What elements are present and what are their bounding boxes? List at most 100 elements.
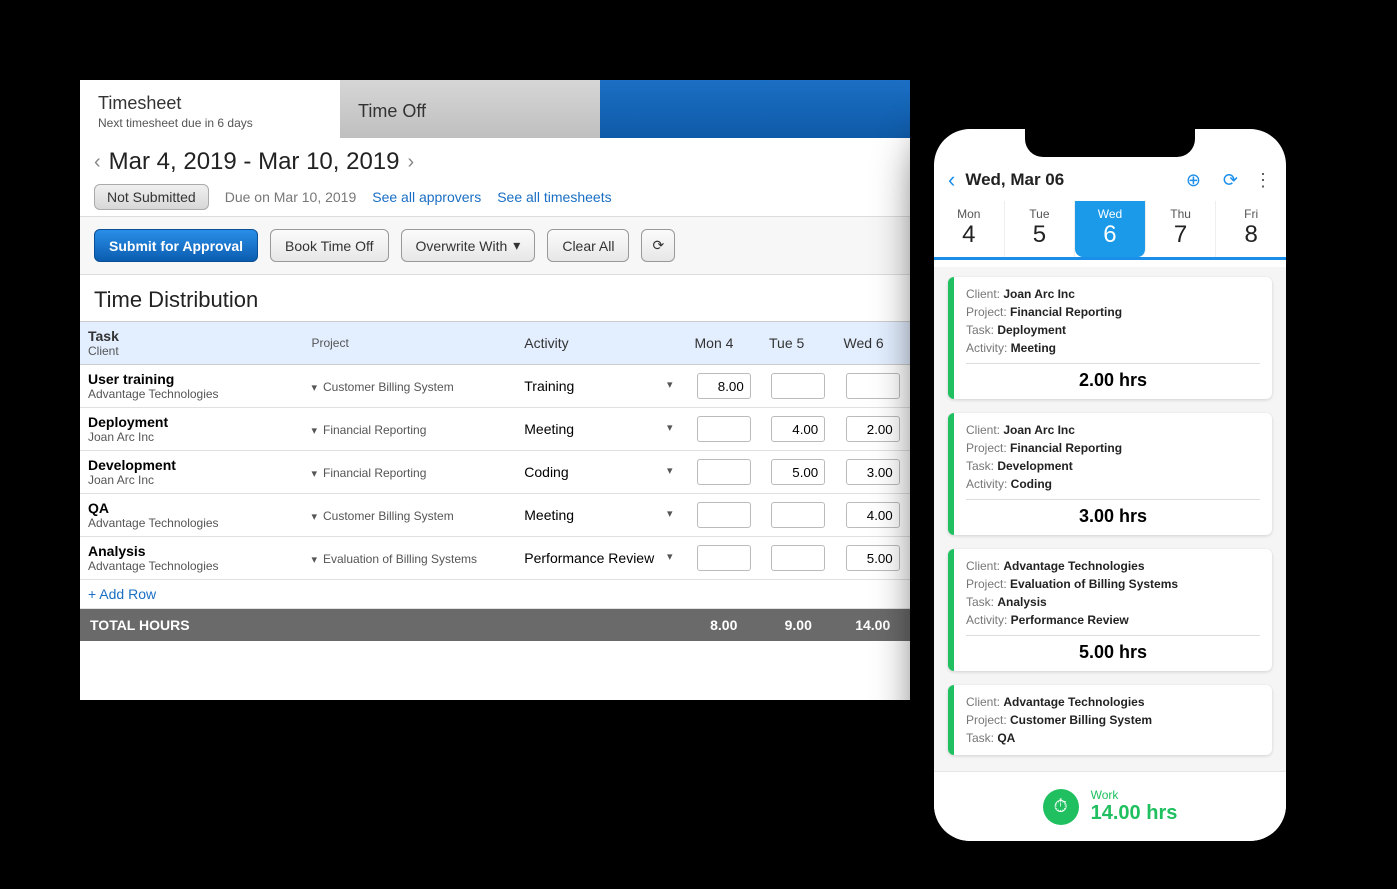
entries-list[interactable]: Client: Joan Arc IncProject: Financial R… <box>934 267 1286 771</box>
entry-card[interactable]: Client: Joan Arc IncProject: Financial R… <box>948 277 1272 399</box>
col-activity: Activity <box>516 322 686 365</box>
day-cell[interactable]: Thu7 <box>1146 201 1217 257</box>
activity-text: Meeting <box>524 507 574 523</box>
day-cell[interactable]: Tue5 <box>1005 201 1076 257</box>
task-client: Joan Arc Inc <box>88 430 295 444</box>
submit-button[interactable]: Submit for Approval <box>94 229 258 262</box>
toolbar: Submit for Approval Book Time Off Overwr… <box>80 216 910 275</box>
activity-text: Performance Review <box>524 550 654 566</box>
table-row: AnalysisAdvantage Technologies▾Evaluatio… <box>80 537 910 580</box>
chevron-down-icon[interactable]: ▾ <box>667 550 679 563</box>
entry-card[interactable]: Client: Advantage TechnologiesProject: E… <box>948 549 1272 671</box>
task-project: Customer Billing System <box>323 509 454 523</box>
tablet-screen: Timesheet Next timesheet due in 6 days T… <box>80 80 910 700</box>
back-icon[interactable]: ‹ <box>948 167 955 193</box>
tab-timesheet[interactable]: Timesheet Next timesheet due in 6 days <box>80 80 340 138</box>
day-of-week: Mon <box>934 207 1004 221</box>
chevron-down-icon[interactable]: ▾ <box>667 421 679 434</box>
book-timeoff-button[interactable]: Book Time Off <box>270 229 388 262</box>
see-approvers-link[interactable]: See all approvers <box>372 189 481 205</box>
hours-input[interactable] <box>846 373 900 399</box>
status-row: Not Submitted Due on Mar 10, 2019 See al… <box>94 184 896 210</box>
hours-input[interactable] <box>771 459 825 485</box>
activity-text: Training <box>524 378 574 394</box>
add-icon[interactable]: ⊕ <box>1180 170 1207 191</box>
day-of-week: Thu <box>1146 207 1216 221</box>
activity-text: Meeting <box>524 421 574 437</box>
tablet-device: Timesheet Next timesheet due in 6 days T… <box>60 60 930 720</box>
day-cell[interactable]: Mon4 <box>934 201 1005 257</box>
section-title: Time Distribution <box>80 275 910 321</box>
phone-device: ‹ Wed, Mar 06 ⊕ ⟳ ⋮ Mon4Tue5Wed6Thu7Fri8… <box>920 115 1300 855</box>
entry-card[interactable]: Client: Advantage TechnologiesProject: C… <box>948 685 1272 755</box>
phone-notch <box>1025 129 1195 157</box>
chevron-down-icon[interactable]: ▾ <box>311 554 323 566</box>
task-name: Analysis <box>88 543 295 559</box>
day-of-week: Tue <box>1005 207 1075 221</box>
menu-icon[interactable]: ⋮ <box>1254 170 1272 191</box>
chevron-down-icon[interactable]: ▾ <box>311 468 323 480</box>
timer-icon[interactable]: ⏱ <box>1043 789 1079 825</box>
next-week-icon[interactable]: › <box>408 151 415 174</box>
task-name: User training <box>88 371 295 387</box>
hours-input[interactable] <box>846 459 900 485</box>
day-cell[interactable]: Fri8 <box>1216 201 1286 257</box>
chevron-down-icon[interactable]: ▾ <box>311 425 323 437</box>
task-client: Advantage Technologies <box>88 559 295 573</box>
task-name: Development <box>88 457 295 473</box>
tab-blue-area <box>600 80 910 138</box>
add-row-link[interactable]: + Add Row <box>80 580 910 609</box>
chevron-down-icon[interactable]: ▾ <box>311 382 323 394</box>
hours-input[interactable] <box>697 416 751 442</box>
day-of-week: Wed <box>1075 207 1145 221</box>
work-hours: 14.00 hrs <box>1091 802 1178 825</box>
refresh-icon: ⟳ <box>652 237 664 254</box>
hours-input[interactable] <box>697 373 751 399</box>
chevron-down-icon[interactable]: ▾ <box>667 378 679 391</box>
table-row: QAAdvantage Technologies▾Customer Billin… <box>80 494 910 537</box>
chevron-down-icon[interactable]: ▾ <box>311 511 323 523</box>
top-tabs: Timesheet Next timesheet due in 6 days T… <box>80 80 910 138</box>
col-project: Project <box>303 322 516 365</box>
hours-input[interactable] <box>771 545 825 571</box>
table-row: User trainingAdvantage Technologies▾Cust… <box>80 365 910 408</box>
hours-input[interactable] <box>697 545 751 571</box>
chevron-down-icon[interactable]: ▾ <box>667 507 679 520</box>
table-row: DeploymentJoan Arc Inc▾Financial Reporti… <box>80 408 910 451</box>
task-project: Evaluation of Billing Systems <box>323 552 477 566</box>
totals-label: TOTAL HOURS <box>80 609 687 642</box>
hours-input[interactable] <box>846 545 900 571</box>
overwrite-button[interactable]: Overwrite With ▾ <box>401 229 536 262</box>
due-text: Due on Mar 10, 2019 <box>225 189 357 205</box>
hours-input[interactable] <box>846 416 900 442</box>
day-cell[interactable]: Wed6 <box>1075 201 1146 257</box>
chevron-down-icon[interactable]: ▾ <box>667 464 679 477</box>
entry-card[interactable]: Client: Joan Arc IncProject: Financial R… <box>948 413 1272 535</box>
overwrite-label: Overwrite With <box>416 238 508 254</box>
col-tue: Tue 5 <box>761 322 835 365</box>
entry-hours: 3.00 hrs <box>966 499 1260 527</box>
day-number: 6 <box>1075 221 1145 249</box>
day-picker: Mon4Tue5Wed6Thu7Fri8 <box>934 201 1286 260</box>
header-row: ‹ Mar 4, 2019 - Mar 10, 2019 › Not Submi… <box>80 138 910 216</box>
clear-all-button[interactable]: Clear All <box>547 229 629 262</box>
prev-week-icon[interactable]: ‹ <box>94 151 101 174</box>
work-summary: Work 14.00 hrs <box>1091 788 1178 825</box>
col-wed: Wed 6 <box>835 322 910 365</box>
task-client: Advantage Technologies <box>88 387 295 401</box>
total-tue: 9.00 <box>761 609 835 642</box>
hours-input[interactable] <box>771 373 825 399</box>
hours-input[interactable] <box>846 502 900 528</box>
hours-input[interactable] <box>697 502 751 528</box>
total-mon: 8.00 <box>687 609 761 642</box>
refresh-button[interactable]: ⟳ <box>641 229 675 262</box>
date-range-text: Mar 4, 2019 - Mar 10, 2019 <box>109 148 400 176</box>
tab-timeoff[interactable]: Time Off <box>340 80 600 138</box>
table-row: DevelopmentJoan Arc Inc▾Financial Report… <box>80 451 910 494</box>
sync-icon[interactable]: ⟳ <box>1217 170 1244 191</box>
activity-text: Coding <box>524 464 568 480</box>
hours-input[interactable] <box>771 416 825 442</box>
hours-input[interactable] <box>697 459 751 485</box>
hours-input[interactable] <box>771 502 825 528</box>
see-timesheets-link[interactable]: See all timesheets <box>497 189 611 205</box>
